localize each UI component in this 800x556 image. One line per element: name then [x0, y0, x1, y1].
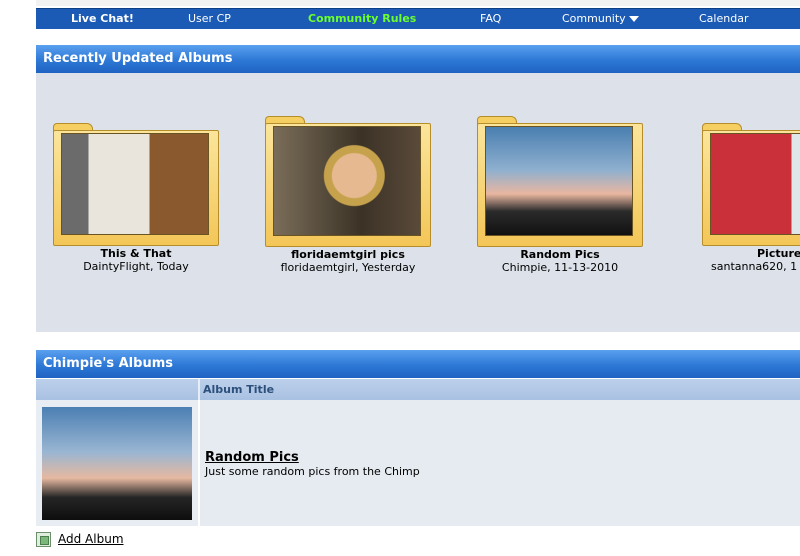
thumbnail-cell — [36, 400, 200, 526]
folder-icon[interactable] — [53, 123, 219, 246]
top-strip — [36, 0, 800, 6]
nav-faq[interactable]: FAQ — [480, 12, 501, 25]
nav-community-rules[interactable]: Community Rules — [308, 12, 416, 25]
nav-user-cp[interactable]: User CP — [188, 12, 231, 25]
album-title[interactable]: floridaemtgirl pics — [248, 248, 448, 261]
nav-calendar[interactable]: Calendar — [699, 12, 748, 25]
column-album-title: Album Title — [203, 383, 275, 396]
album-thumbnail[interactable] — [61, 133, 209, 235]
user-albums-heading: Chimpie's Albums — [36, 350, 800, 378]
chevron-down-icon — [628, 16, 639, 22]
album-title[interactable]: This & That — [36, 247, 236, 260]
album-meta: floridaemtgirl, Yesterday — [280, 261, 416, 274]
album-meta: Chimpie, 11-13-2010 — [501, 261, 619, 274]
album-thumbnail[interactable] — [485, 126, 633, 236]
album-description: Just some random pics from the Chimp — [205, 465, 420, 478]
albums-table-header: Album Title — [36, 379, 800, 400]
folder-icon[interactable] — [265, 116, 431, 247]
nav-community-label: Community — [562, 12, 626, 25]
nav-community[interactable]: Community — [562, 12, 639, 25]
nav-bar: Live Chat! User CP Community Rules FAQ C… — [36, 8, 800, 29]
folder-icon[interactable] — [477, 116, 643, 247]
add-album-icon[interactable] — [36, 531, 51, 547]
album-meta: DaintyFlight, Today — [83, 260, 189, 273]
album-card[interactable]: Random Pics Chimpie, 11-13-2010 — [460, 116, 660, 274]
album-meta: santanna620, 1 — [711, 260, 798, 273]
album-card[interactable]: floridaemtgirl pics floridaemtgirl, Yest… — [248, 116, 448, 274]
nav-live-chat[interactable]: Live Chat! — [71, 12, 134, 25]
album-thumbnail[interactable] — [710, 133, 800, 235]
album-card[interactable]: Picture santanna620, 1 — [672, 123, 800, 273]
album-link[interactable]: Random Pics — [205, 450, 299, 465]
album-thumbnail[interactable] — [42, 407, 192, 520]
add-album-label[interactable]: Add Album — [58, 532, 124, 546]
recent-albums-heading: Recently Updated Albums — [36, 45, 800, 73]
folder-icon[interactable] — [702, 123, 800, 246]
album-card[interactable]: This & That DaintyFlight, Today — [36, 123, 236, 273]
album-title[interactable]: Picture — [672, 247, 800, 260]
album-title[interactable]: Random Pics — [460, 248, 660, 261]
table-row: Random Pics Just some random pics from t… — [36, 400, 800, 526]
album-thumbnail[interactable] — [273, 126, 421, 236]
recent-albums-panel: This & That DaintyFlight, Today floridae… — [36, 73, 800, 332]
add-album-link[interactable]: Add Album — [36, 531, 124, 547]
